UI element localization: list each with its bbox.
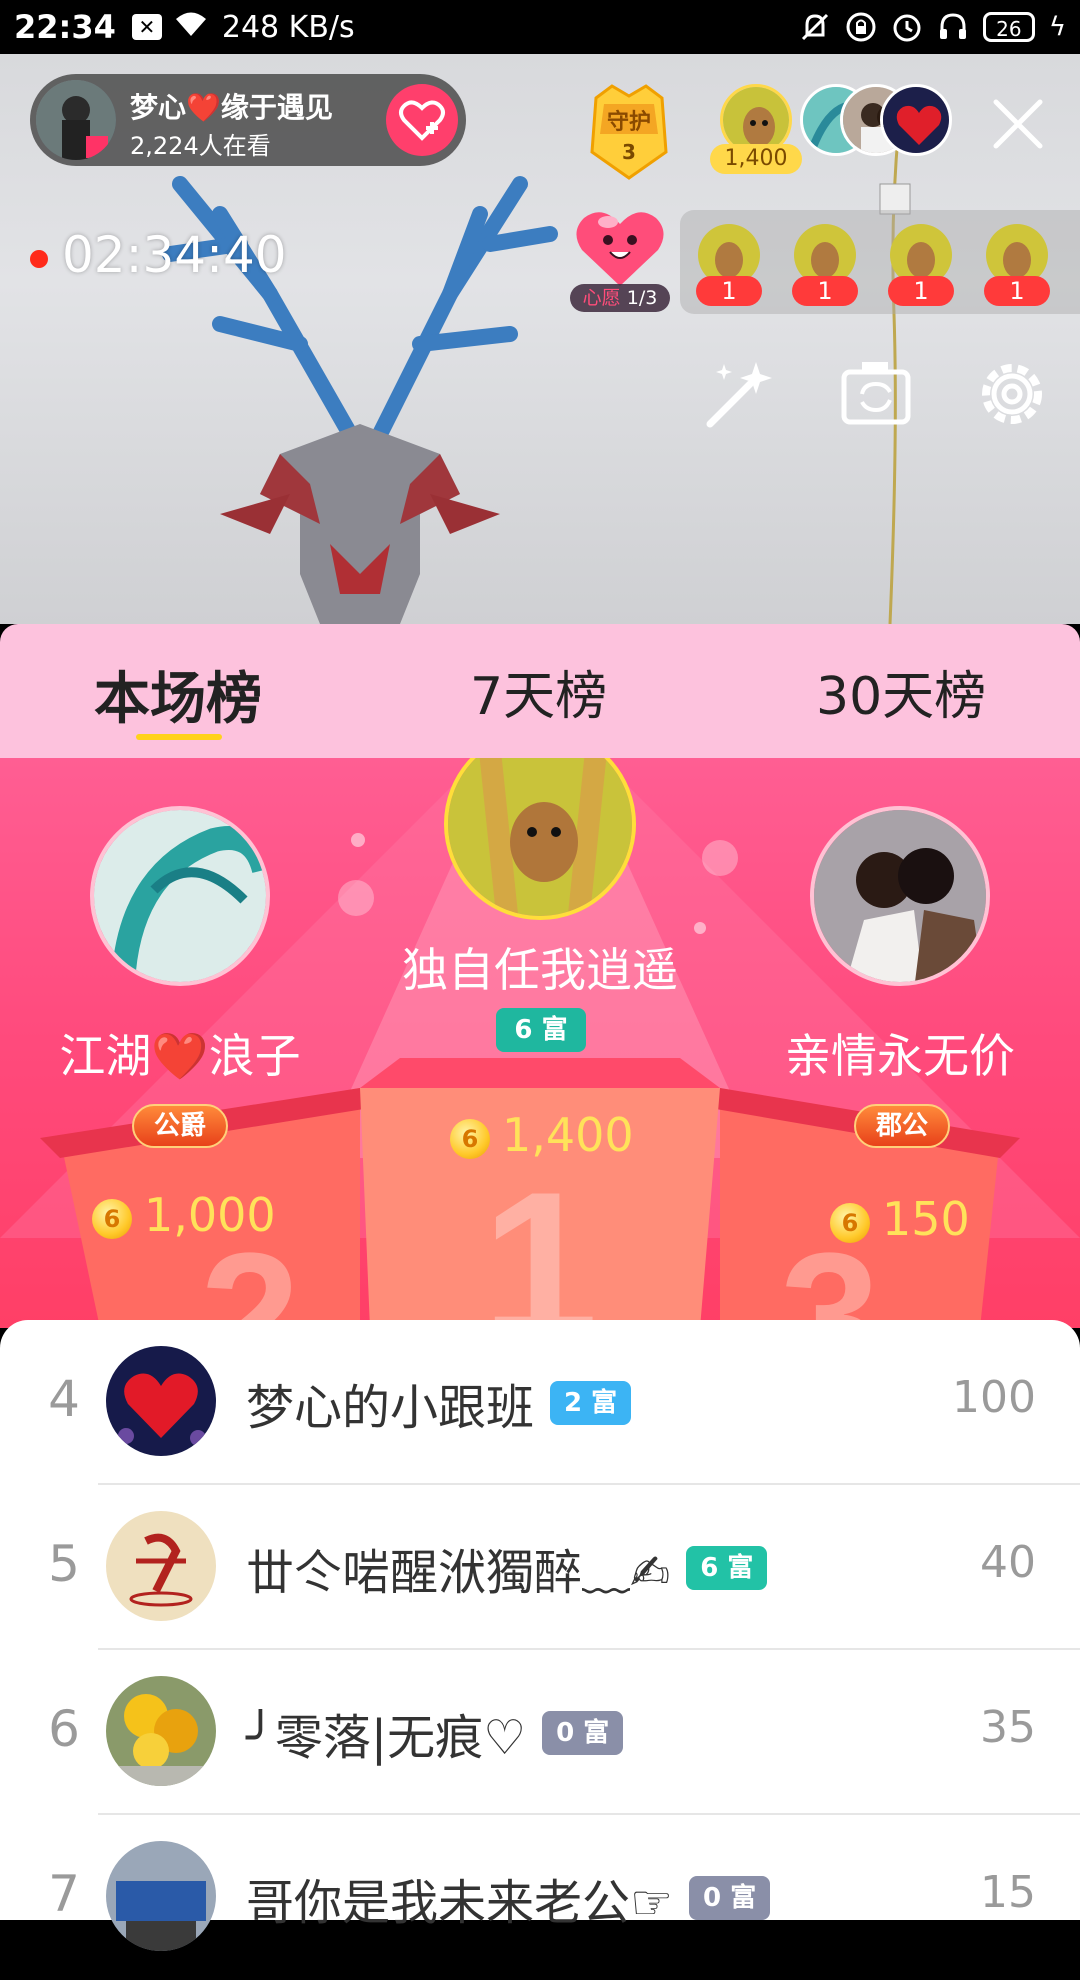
recording-dot [30, 250, 48, 268]
svg-text:1: 1 [482, 1148, 599, 1328]
headphones-icon [937, 11, 969, 43]
heart-plus-icon [399, 100, 445, 141]
podium: 1 2 3 独自任我逍遥 6 富 6 1,400 江湖❤️浪子 公爵 6 1,000… [0, 758, 1080, 1328]
user-avatar[interactable] [106, 1511, 216, 1621]
rich-badge: 0 富 [689, 1876, 771, 1920]
settings-button[interactable] [972, 354, 1052, 434]
beauty-wand-button[interactable] [700, 354, 780, 434]
user-score: 40 [980, 1537, 1036, 1588]
gear-icon [982, 364, 1042, 424]
deer-head-decoration [162, 176, 558, 624]
switch-camera-button[interactable] [838, 354, 918, 434]
gift-item[interactable]: 1 [886, 224, 956, 310]
host-name: 梦心❤️缘于遇见 [130, 91, 333, 124]
host-info-pill[interactable]: 梦心❤️缘于遇见 2,224人在看 [30, 74, 466, 166]
second-place-avatar[interactable] [90, 806, 270, 986]
charging-icon: ϟ [1048, 12, 1066, 42]
wish-label: 心愿 1/3 [570, 284, 670, 312]
rank-number: 6 [48, 1700, 80, 1758]
list-item[interactable]: 5 丗仒啱醒洑獨醉﹏✍ 6 富 40 [0, 1485, 1080, 1650]
close-button[interactable] [988, 94, 1048, 154]
user-name: 哥你是我未来老公☞ 0 富 [246, 1863, 771, 1933]
gift-item[interactable]: 1 [790, 224, 860, 310]
tab-7-days[interactable]: 7天榜 [470, 654, 607, 729]
alarm-icon [891, 11, 923, 43]
first-score: 6 1,400 [450, 1108, 634, 1162]
guard-badge[interactable]: 守护 3 [582, 82, 676, 182]
ranking-tabs: 本场榜 7天榜 30天榜 [0, 624, 1080, 758]
viewer-avatar-4[interactable] [880, 84, 952, 156]
user-name: ╯零落|无痕♡ 0 富 [246, 1698, 624, 1768]
guard-count: 3 [622, 140, 636, 164]
rank-number: 4 [48, 1370, 80, 1428]
status-bar: 22:34 ✕ 248 KB/s 26 ϟ [0, 0, 1080, 54]
magic-wand-icon [706, 362, 772, 428]
user-avatar[interactable] [106, 1676, 216, 1786]
third-title-badge: 郡公 [854, 1104, 950, 1148]
list-item[interactable]: 7 哥你是我未来老公☞ 0 富 15 [0, 1815, 1080, 1980]
live-video[interactable]: 梦心❤️缘于遇见 2,224人在看 守护 3 1,400 02:34:40 心愿… [0, 54, 1080, 624]
list-item[interactable]: 6 ╯零落|无痕♡ 0 富 35 [0, 1650, 1080, 1815]
third-place-avatar[interactable] [810, 806, 990, 986]
heart-face-icon [576, 212, 664, 286]
second-place-name: 江湖❤️浪子 [59, 1029, 301, 1083]
status-time: 22:34 [14, 8, 116, 46]
rank-number: 7 [48, 1865, 80, 1923]
top-contribution: 1,400 [710, 144, 802, 174]
battery-icon: 26 [982, 12, 1035, 42]
notification-x-icon: ✕ [131, 14, 162, 40]
user-avatar[interactable] [106, 1841, 216, 1951]
user-score: 35 [980, 1702, 1036, 1753]
lock-rotation-icon [845, 11, 877, 43]
wifi-icon [174, 8, 208, 46]
list-item[interactable]: 4 梦心的小跟班 2 富 100 [0, 1320, 1080, 1485]
first-rich-badge: 6 富 [496, 1008, 586, 1052]
close-icon [993, 99, 1043, 149]
mute-bell-icon [799, 11, 831, 43]
rich-badge: 2 富 [550, 1381, 632, 1425]
guard-label: 守护 [606, 110, 651, 135]
user-avatar[interactable] [106, 1346, 216, 1456]
gift-item[interactable]: 1 [982, 224, 1052, 310]
coin-icon: 6 [830, 1202, 870, 1243]
rich-badge: 6 富 [686, 1546, 768, 1590]
second-score: 6 1,000 [92, 1188, 276, 1242]
net-speed: 248 KB/s [221, 9, 355, 45]
tab-30-days[interactable]: 30天榜 [816, 654, 986, 729]
third-place-name: 亲情永无价 [785, 1029, 1015, 1083]
ranking-list: 4 梦心的小跟班 2 富 100 5 丗仒啱醒洑獨醉﹏✍ 6 富 40 6 ╯零落|… [0, 1320, 1080, 1951]
tab-this-session[interactable]: 本场榜 [94, 654, 262, 735]
live-timer: 02:34:40 [62, 226, 287, 284]
camera-switch-icon [841, 362, 911, 425]
rank-number: 5 [48, 1535, 80, 1593]
gift-item[interactable]: 1 [694, 224, 764, 310]
coin-icon: 6 [92, 1198, 132, 1239]
rich-badge: 0 富 [542, 1711, 624, 1755]
user-name: 丗仒啱醒洑獨醉﹏✍ 6 富 [246, 1533, 768, 1603]
coin-icon: 6 [450, 1118, 490, 1159]
active-tab-indicator [136, 734, 222, 740]
first-place-name: 独自任我逍遥 [402, 943, 678, 997]
user-score: 15 [980, 1867, 1036, 1918]
viewer-count: 2,224人在看 [130, 132, 271, 160]
host-avatar[interactable] [36, 80, 116, 160]
second-title-badge: 公爵 [132, 1104, 228, 1148]
user-name: 梦心的小跟班 2 富 [246, 1368, 632, 1438]
gift-strip[interactable]: 1 1 1 1 [680, 210, 1080, 314]
wish-widget[interactable]: 心愿 1/3 [568, 202, 672, 312]
third-score: 6 150 [830, 1192, 970, 1246]
follow-button[interactable] [386, 84, 458, 156]
user-score: 100 [952, 1372, 1036, 1423]
